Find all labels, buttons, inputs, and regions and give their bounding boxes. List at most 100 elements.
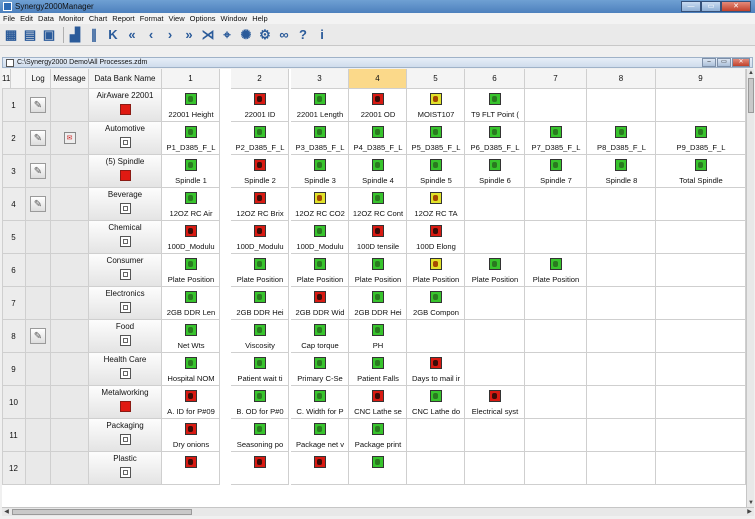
status-light-icon[interactable]	[371, 93, 384, 105]
row-header-5[interactable]: 5	[2, 221, 26, 254]
scroll-down-icon[interactable]: ▼	[747, 499, 755, 507]
process-cell[interactable]: Cap torque	[291, 320, 349, 353]
status-light-icon[interactable]	[371, 423, 384, 435]
status-light-icon[interactable]	[429, 291, 442, 303]
status-light-icon[interactable]	[615, 159, 627, 171]
process-cell[interactable]: Plate Position	[465, 254, 525, 287]
process-cell[interactable]: P4_D385_F_L	[349, 122, 407, 155]
column-header-4[interactable]: 4	[349, 69, 407, 89]
process-cell[interactable]	[162, 452, 220, 485]
status-light-icon[interactable]	[253, 258, 266, 270]
data-bank-button[interactable]: Metalworking	[89, 386, 162, 419]
status-light-icon[interactable]	[488, 126, 501, 138]
process-cell[interactable]: Primary C-Se	[291, 353, 349, 386]
status-light-icon[interactable]	[253, 159, 266, 171]
process-cell[interactable]: Net Wts	[162, 320, 220, 353]
column-header-5[interactable]: 5	[407, 69, 465, 89]
log-file-cell[interactable]	[26, 419, 51, 452]
row-header-7[interactable]: 7	[2, 287, 26, 320]
histogram-icon[interactable]: ∥	[86, 27, 102, 43]
process-cell[interactable]: Plate Position	[349, 254, 407, 287]
log-file-cell[interactable]: ✎	[26, 188, 51, 221]
message-cell[interactable]	[51, 419, 89, 452]
status-light-icon[interactable]	[371, 159, 384, 171]
help-icon[interactable]: ?	[295, 27, 311, 43]
link-icon[interactable]: ∞	[276, 27, 292, 43]
status-light-icon[interactable]	[429, 93, 442, 105]
log-file-cell[interactable]	[26, 452, 51, 485]
status-light-icon[interactable]	[184, 225, 197, 237]
status-light-icon[interactable]	[313, 456, 326, 468]
scroll-right-icon[interactable]: ▶	[745, 508, 754, 516]
data-bank-button[interactable]: Consumer	[89, 254, 162, 287]
log-file-cell[interactable]: ✎	[26, 89, 51, 122]
data-bank-button[interactable]: Chemical	[89, 221, 162, 254]
status-light-icon[interactable]	[253, 93, 266, 105]
status-light-icon[interactable]	[615, 126, 627, 138]
row-header-11[interactable]: 11	[2, 419, 26, 452]
log-file-icon[interactable]: ✎	[30, 97, 46, 113]
status-light-icon[interactable]	[313, 93, 326, 105]
status-light-icon[interactable]	[371, 225, 384, 237]
status-light-icon[interactable]	[371, 126, 384, 138]
process-cell[interactable]: 12OZ RC TA	[407, 188, 465, 221]
message-cell[interactable]	[51, 254, 89, 287]
prev-icon[interactable]: ‹	[143, 27, 159, 43]
data-bank-button[interactable]: Electronics	[89, 287, 162, 320]
process-cell[interactable]: Total Spindle	[656, 155, 746, 188]
status-light-icon[interactable]	[184, 390, 197, 402]
close-button[interactable]: ✕	[721, 1, 751, 12]
log-file-icon[interactable]: ✎	[30, 163, 46, 179]
process-cell[interactable]: Electrical syst	[465, 386, 525, 419]
row-header-6[interactable]: 6	[2, 254, 26, 287]
menu-item-help[interactable]: Help	[252, 14, 267, 23]
process-cell[interactable]: Plate Position	[291, 254, 349, 287]
process-cell[interactable]: Plate Position	[407, 254, 465, 287]
data-bank-button[interactable]: Plastic	[89, 452, 162, 485]
message-cell[interactable]: ✉	[51, 122, 89, 155]
column-header-9[interactable]: 9	[656, 69, 746, 89]
status-light-icon[interactable]	[253, 225, 266, 237]
log-file-cell[interactable]: ✎	[26, 320, 51, 353]
data-bank-button[interactable]: AirAware 22001	[89, 89, 162, 122]
status-light-icon[interactable]	[313, 159, 326, 171]
status-light-icon[interactable]	[429, 126, 442, 138]
message-cell[interactable]	[51, 287, 89, 320]
process-cell[interactable]: P6_D385_F_L	[465, 122, 525, 155]
status-light-icon[interactable]	[429, 390, 442, 402]
process-cell[interactable]: C. Width for P	[291, 386, 349, 419]
status-light-icon[interactable]	[313, 324, 326, 336]
status-light-icon[interactable]	[429, 225, 442, 237]
process-cell[interactable]: B. OD for P#0	[231, 386, 289, 419]
process-cell[interactable]: 22001 Height	[162, 89, 220, 122]
chart-add-icon[interactable]: ▦	[3, 27, 19, 43]
process-cell[interactable]: Plate Position	[231, 254, 289, 287]
message-icon[interactable]: ✉	[63, 132, 76, 144]
row-header-4[interactable]: 4	[2, 188, 26, 221]
process-cell[interactable]: Patient wait ti	[231, 353, 289, 386]
log-file-cell[interactable]	[26, 254, 51, 287]
status-light-icon[interactable]	[184, 159, 197, 171]
process-cell[interactable]: 2GB DDR Wid	[291, 287, 349, 320]
status-light-icon[interactable]	[549, 159, 562, 171]
light-bulb-icon[interactable]: ✺	[238, 27, 254, 43]
process-cell[interactable]: PH	[349, 320, 407, 353]
process-cell[interactable]: P3_D385_F_L	[291, 122, 349, 155]
process-cell[interactable]: 2GB DDR Hei	[231, 287, 289, 320]
first-icon[interactable]: K	[105, 27, 121, 43]
column-header-11[interactable]: 11	[2, 69, 12, 89]
process-cell[interactable]: 22001 OD	[349, 89, 407, 122]
process-cell[interactable]: 22001 Length	[291, 89, 349, 122]
open-icon[interactable]: ▤	[22, 27, 38, 43]
process-cell[interactable]: Plate Position	[525, 254, 587, 287]
doc-close-button[interactable]: ✕	[732, 58, 750, 67]
minimize-button[interactable]: —	[681, 1, 701, 12]
binoculars-icon[interactable]: ⌖	[219, 27, 235, 43]
process-cell[interactable]: CNC Lathe se	[349, 386, 407, 419]
log-file-cell[interactable]	[26, 287, 51, 320]
message-cell[interactable]	[51, 221, 89, 254]
status-light-icon[interactable]	[313, 258, 326, 270]
status-light-icon[interactable]	[253, 291, 266, 303]
menu-item-options[interactable]: Options	[190, 14, 216, 23]
data-bank-button[interactable]: (5) Spindle	[89, 155, 162, 188]
